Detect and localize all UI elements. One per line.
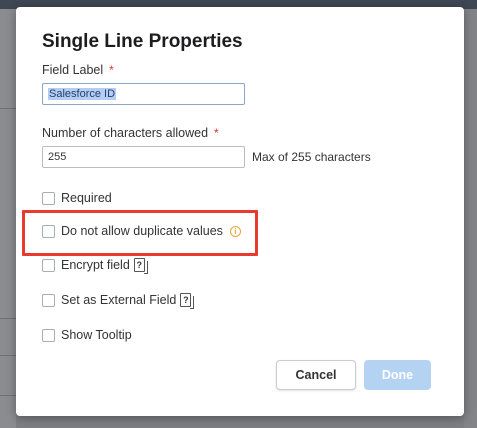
- background-right-panel: [464, 9, 477, 428]
- char-limit-hint: Max of 255 characters: [252, 150, 371, 164]
- show-tooltip-label: Show Tooltip: [61, 328, 132, 342]
- field-label-heading: Field Label *: [42, 63, 114, 77]
- background-divider: [0, 355, 16, 356]
- required-asterisk: *: [109, 63, 114, 77]
- background-sidebar: [0, 9, 16, 428]
- info-icon[interactable]: i: [229, 225, 241, 237]
- help-icon[interactable]: ?: [133, 258, 148, 274]
- background-divider: [0, 108, 16, 109]
- char-limit-input[interactable]: 255: [42, 146, 245, 168]
- required-label: Required: [61, 191, 112, 205]
- char-limit-label: Number of characters allowed: [42, 126, 209, 140]
- show-tooltip-checkbox[interactable]: [42, 328, 55, 342]
- required-checkbox[interactable]: [42, 191, 55, 205]
- option-encrypt-field[interactable]: Encrypt field ?: [42, 257, 148, 274]
- char-limit-heading: Number of characters allowed *: [42, 126, 219, 140]
- cancel-button[interactable]: Cancel: [276, 360, 356, 390]
- background-divider: [0, 395, 16, 396]
- option-required[interactable]: Required: [42, 190, 112, 206]
- help-icon[interactable]: ?: [180, 293, 195, 309]
- background-divider: [0, 318, 16, 319]
- single-line-properties-dialog: Single Line Properties Field Label * Sale…: [16, 7, 464, 416]
- done-button[interactable]: Done: [364, 360, 431, 390]
- dialog-title: Single Line Properties: [42, 31, 243, 52]
- field-label-text: Field Label: [42, 63, 104, 77]
- encrypt-field-label: Encrypt field: [61, 258, 130, 272]
- field-label-value: Salesforce ID: [48, 88, 117, 100]
- no-duplicates-checkbox[interactable]: [42, 224, 55, 238]
- external-field-checkbox[interactable]: [42, 293, 55, 307]
- encrypt-field-checkbox[interactable]: [42, 258, 55, 272]
- field-label-input[interactable]: Salesforce ID: [42, 83, 245, 105]
- option-external-field[interactable]: Set as External Field ?: [42, 292, 195, 309]
- option-show-tooltip[interactable]: Show Tooltip: [42, 327, 132, 343]
- required-asterisk: *: [214, 126, 219, 140]
- external-field-label: Set as External Field: [61, 293, 177, 307]
- no-duplicates-label: Do not allow duplicate values: [61, 224, 223, 238]
- option-no-duplicates[interactable]: Do not allow duplicate values i: [42, 223, 241, 239]
- char-limit-value: 255: [48, 151, 67, 163]
